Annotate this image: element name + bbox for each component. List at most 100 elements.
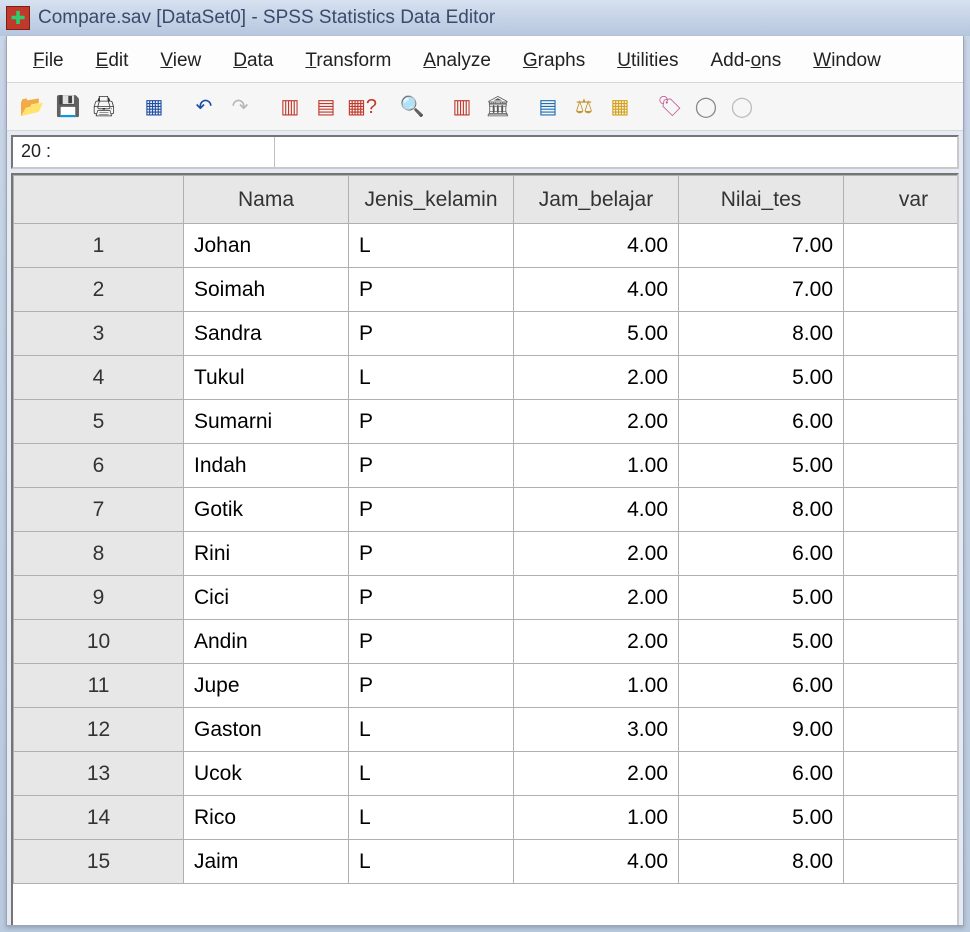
select-cases-icon[interactable]: ▦ [603, 90, 637, 124]
cell-nilai[interactable]: 6.00 [679, 400, 844, 444]
col-header-jenis-kelamin[interactable]: Jenis_kelamin [349, 176, 514, 224]
cell-nama[interactable]: Cici [184, 576, 349, 620]
cell-nilai[interactable]: 5.00 [679, 576, 844, 620]
col-header-nama[interactable]: Nama [184, 176, 349, 224]
corner-cell[interactable] [14, 176, 184, 224]
row-header[interactable]: 1 [14, 224, 184, 268]
col-header-nilai-tes[interactable]: Nilai_tes [679, 176, 844, 224]
menu-edit[interactable]: Edit [80, 46, 145, 76]
split-file-icon[interactable]: ▤ [531, 90, 565, 124]
menu-graphs[interactable]: Graphs [507, 46, 601, 76]
col-header-var[interactable]: var [844, 176, 960, 224]
cell-reference-value[interactable] [275, 137, 957, 167]
cell-var[interactable] [844, 312, 960, 356]
row-header[interactable]: 8 [14, 532, 184, 576]
row-header[interactable]: 13 [14, 752, 184, 796]
cell-nilai[interactable]: 5.00 [679, 796, 844, 840]
data-grid[interactable]: Nama Jenis_kelamin Jam_belajar Nilai_tes… [13, 175, 959, 884]
weight-icon[interactable]: ⚖ [567, 90, 601, 124]
cell-var[interactable] [844, 268, 960, 312]
cell-jk[interactable]: P [349, 532, 514, 576]
variables-icon[interactable]: ▦? [345, 90, 379, 124]
row-header[interactable]: 5 [14, 400, 184, 444]
row-header[interactable]: 7 [14, 488, 184, 532]
row-header[interactable]: 15 [14, 840, 184, 884]
cell-jk[interactable]: P [349, 312, 514, 356]
row-header[interactable]: 10 [14, 620, 184, 664]
cell-jk[interactable]: L [349, 840, 514, 884]
redo-icon[interactable]: ↷ [223, 90, 257, 124]
cell-nilai[interactable]: 5.00 [679, 444, 844, 488]
cell-nama[interactable]: Rini [184, 532, 349, 576]
cell-nilai[interactable]: 5.00 [679, 356, 844, 400]
cell-jk[interactable]: L [349, 752, 514, 796]
cell-var[interactable] [844, 356, 960, 400]
undo-icon[interactable]: ↶ [187, 90, 221, 124]
insert-var-icon[interactable]: 🏛 [481, 90, 515, 124]
cell-nilai[interactable]: 6.00 [679, 532, 844, 576]
cell-jk[interactable]: P [349, 576, 514, 620]
cell-jk[interactable]: P [349, 620, 514, 664]
print-icon[interactable]: 🖨 [87, 90, 121, 124]
menu-data[interactable]: Data [217, 46, 289, 76]
cell-nilai[interactable]: 7.00 [679, 268, 844, 312]
cell-nilai[interactable]: 5.00 [679, 620, 844, 664]
menu-utilities[interactable]: Utilities [601, 46, 694, 76]
cell-jam[interactable]: 1.00 [514, 444, 679, 488]
cell-var[interactable] [844, 488, 960, 532]
cell-jam[interactable]: 2.00 [514, 620, 679, 664]
cell-var[interactable] [844, 400, 960, 444]
cell-nama[interactable]: Jupe [184, 664, 349, 708]
cell-var[interactable] [844, 224, 960, 268]
cell-nama[interactable]: Sandra [184, 312, 349, 356]
cell-nilai[interactable]: 8.00 [679, 488, 844, 532]
cell-jk[interactable]: L [349, 224, 514, 268]
row-header[interactable]: 14 [14, 796, 184, 840]
find-icon[interactable]: 🔍 [395, 90, 429, 124]
cell-nama[interactable]: Soimah [184, 268, 349, 312]
show-all-icon[interactable]: ◯ [725, 90, 759, 124]
menu-analyze[interactable]: Analyze [407, 46, 507, 76]
value-labels-icon[interactable]: 🏷 [653, 90, 687, 124]
cell-jk[interactable]: P [349, 400, 514, 444]
menu-file[interactable]: File [17, 46, 80, 76]
cell-nama[interactable]: Sumarni [184, 400, 349, 444]
cell-jk[interactable]: L [349, 796, 514, 840]
menu-transform[interactable]: Transform [289, 46, 407, 76]
cell-jam[interactable]: 2.00 [514, 400, 679, 444]
cell-var[interactable] [844, 532, 960, 576]
dialog-recall-icon[interactable]: ▦ [137, 90, 171, 124]
row-header[interactable]: 6 [14, 444, 184, 488]
cell-nama[interactable]: Rico [184, 796, 349, 840]
cell-jk[interactable]: P [349, 664, 514, 708]
goto-var-icon[interactable]: ▤ [309, 90, 343, 124]
cell-var[interactable] [844, 664, 960, 708]
insert-case-icon[interactable]: ▥ [445, 90, 479, 124]
row-header[interactable]: 9 [14, 576, 184, 620]
cell-nama[interactable]: Jaim [184, 840, 349, 884]
cell-jk[interactable]: P [349, 268, 514, 312]
cell-nilai[interactable]: 8.00 [679, 840, 844, 884]
cell-jam[interactable]: 4.00 [514, 224, 679, 268]
cell-nama[interactable]: Indah [184, 444, 349, 488]
cell-jam[interactable]: 3.00 [514, 708, 679, 752]
cell-nama[interactable]: Gotik [184, 488, 349, 532]
cell-nama[interactable]: Johan [184, 224, 349, 268]
cell-jam[interactable]: 2.00 [514, 356, 679, 400]
cell-jam[interactable]: 4.00 [514, 488, 679, 532]
menu-add-ons[interactable]: Add-ons [694, 46, 797, 76]
cell-jam[interactable]: 2.00 [514, 532, 679, 576]
cell-var[interactable] [844, 840, 960, 884]
cell-var[interactable] [844, 444, 960, 488]
cell-var[interactable] [844, 620, 960, 664]
cell-jam[interactable]: 1.00 [514, 796, 679, 840]
cell-nama[interactable]: Gaston [184, 708, 349, 752]
cell-nilai[interactable]: 6.00 [679, 752, 844, 796]
cell-var[interactable] [844, 752, 960, 796]
col-header-jam-belajar[interactable]: Jam_belajar [514, 176, 679, 224]
open-icon[interactable]: 📂 [15, 90, 49, 124]
data-grid-wrap[interactable]: Nama Jenis_kelamin Jam_belajar Nilai_tes… [11, 173, 959, 926]
goto-case-icon[interactable]: ▥ [273, 90, 307, 124]
row-header[interactable]: 12 [14, 708, 184, 752]
cell-jam[interactable]: 2.00 [514, 576, 679, 620]
